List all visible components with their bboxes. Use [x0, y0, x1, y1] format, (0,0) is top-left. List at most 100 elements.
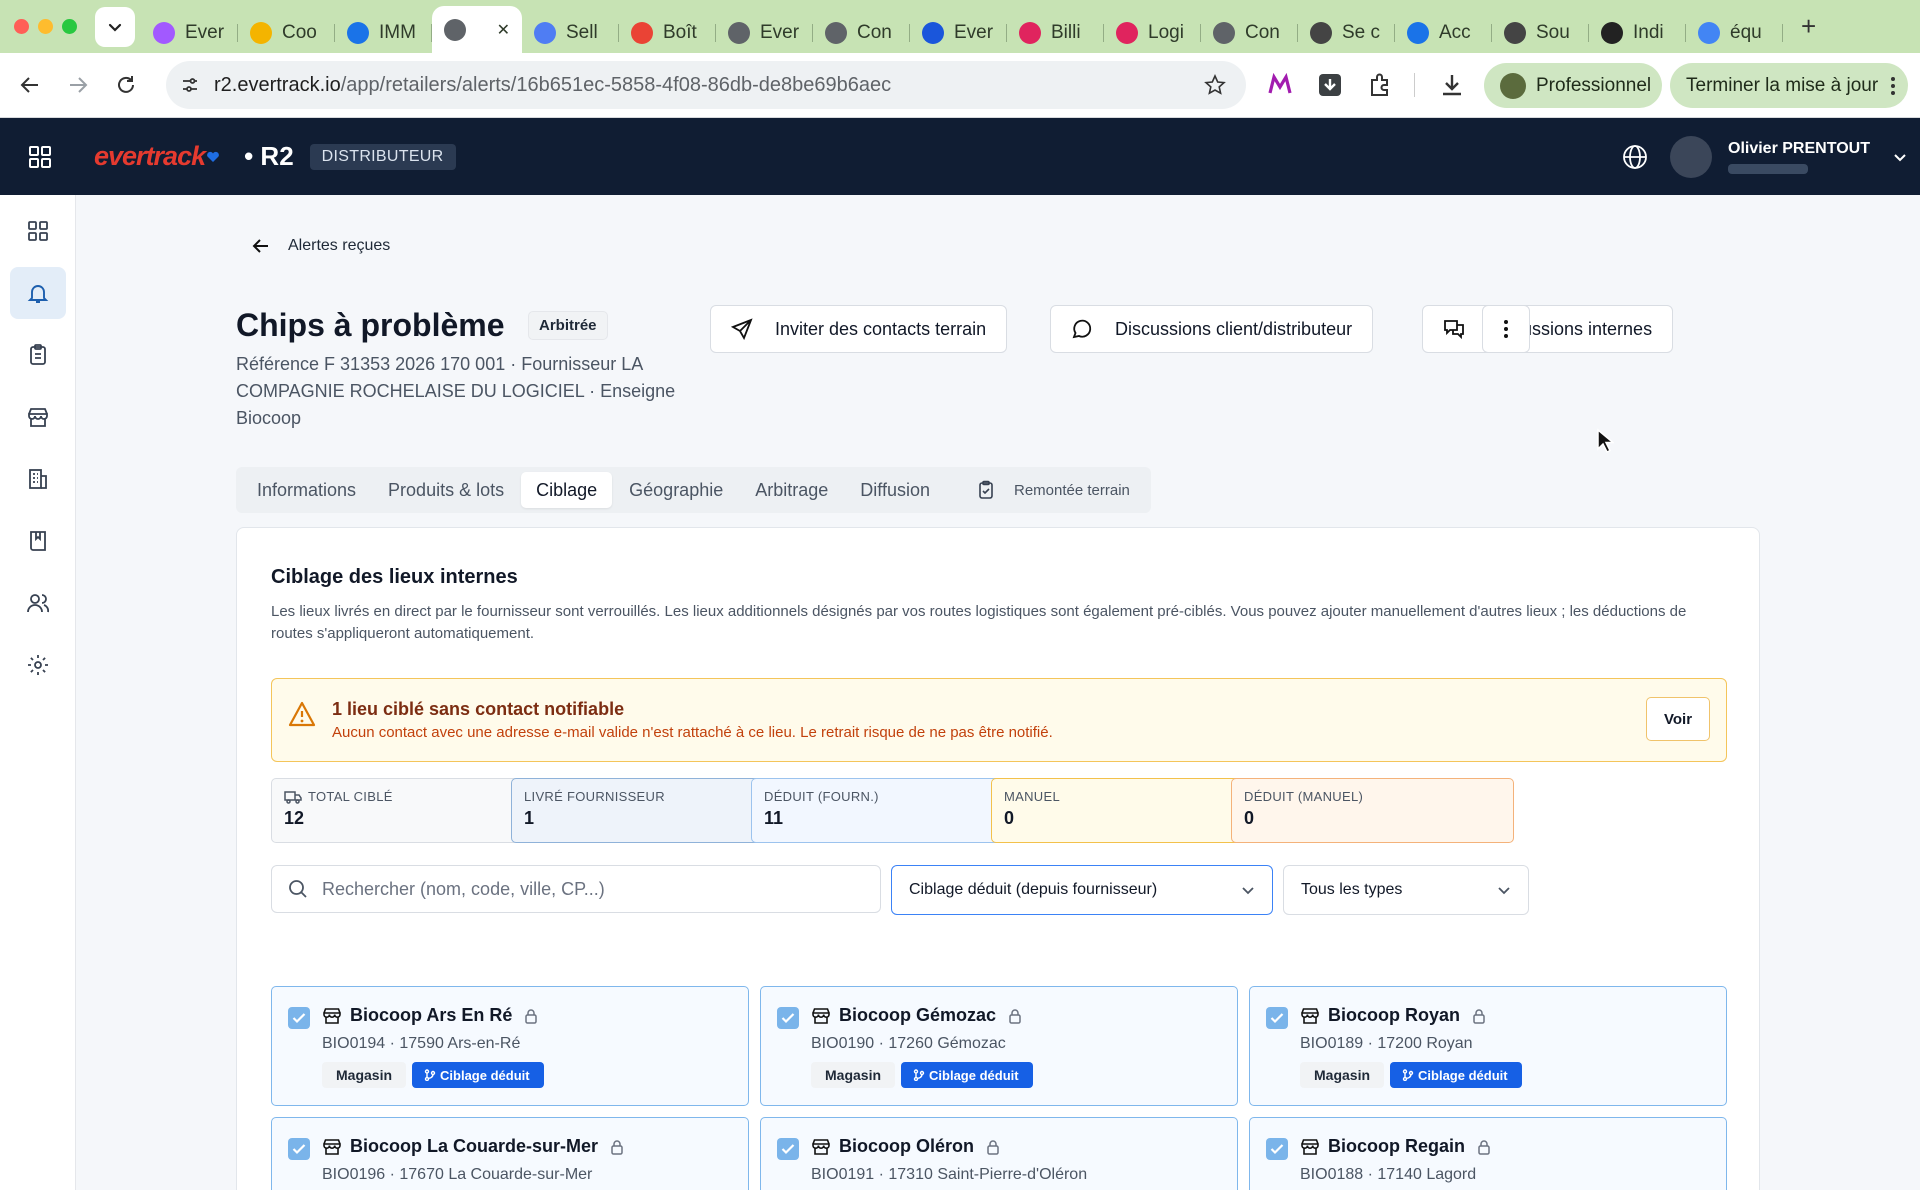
- type-filter-value: Tous les types: [1301, 881, 1403, 898]
- url-path: /app/retailers/alerts/16b651ec-5858-4f08…: [340, 73, 892, 96]
- app-launcher-button[interactable]: [28, 145, 52, 169]
- forward-button[interactable]: [60, 67, 96, 103]
- address-bar[interactable]: r2.evertrack.io/app/retailers/alerts/16b…: [166, 61, 1246, 109]
- location-checkbox[interactable]: [1266, 1138, 1288, 1160]
- site-icon: [1504, 22, 1526, 44]
- check-icon: [781, 1144, 795, 1155]
- wikipedia-icon: [1601, 22, 1623, 44]
- location-type-badge: Magasin: [322, 1062, 407, 1088]
- location-card[interactable]: Biocoop La Couarde-sur-Mer BIO0196 · 1767…: [271, 1117, 749, 1190]
- finish-update-button[interactable]: Terminer la mise à jour: [1670, 63, 1908, 108]
- browser-tab[interactable]: Logi: [1104, 13, 1201, 53]
- store-icon: [323, 1007, 341, 1024]
- type-filter-select[interactable]: Tous les types: [1283, 865, 1529, 915]
- check-icon: [781, 1013, 795, 1024]
- back-button[interactable]: [12, 67, 48, 103]
- new-tab-button[interactable]: +: [1801, 11, 1816, 42]
- sidebar-item-tasks[interactable]: [10, 329, 66, 381]
- star-icon[interactable]: [1204, 74, 1226, 96]
- browser-tab[interactable]: Sell: [522, 13, 619, 53]
- browser-tab[interactable]: Ever: [716, 13, 813, 53]
- role-badge: DISTRIBUTEUR: [309, 143, 456, 170]
- tab-produits-lots[interactable]: Produits & lots: [373, 472, 519, 508]
- reload-button[interactable]: [108, 67, 144, 103]
- puzzle-icon[interactable]: [1366, 71, 1394, 99]
- user-menu[interactable]: Olivier PRENTOUT: [1670, 136, 1908, 178]
- location-checkbox[interactable]: [288, 1007, 310, 1029]
- browser-tab[interactable]: Ever: [910, 13, 1007, 53]
- browser-tab[interactable]: ✕: [432, 6, 522, 53]
- sidebar-item-settings[interactable]: [10, 639, 66, 691]
- sidebar-item-users[interactable]: [10, 577, 66, 629]
- browser-tab[interactable]: Acc: [1395, 13, 1492, 53]
- profile-button[interactable]: Professionnel: [1484, 63, 1662, 108]
- invite-contacts-button[interactable]: Inviter des contacts terrain: [710, 305, 1008, 353]
- location-checkbox[interactable]: [777, 1007, 799, 1029]
- messages-icon: [1444, 320, 1464, 340]
- stat-value: 1: [524, 808, 535, 828]
- sidebar: [0, 195, 76, 1190]
- grid-icon: [28, 221, 48, 241]
- tab-remontee-terrain[interactable]: Remontée terrain: [961, 472, 1145, 508]
- sidebar-item-catalog[interactable]: [10, 515, 66, 567]
- location-card[interactable]: Biocoop Oléron BIO0191 · 17310 Saint-Pier…: [760, 1117, 1238, 1190]
- extension-m-icon[interactable]: [1266, 71, 1294, 99]
- client-discussions-button[interactable]: Discussions client/distributeur: [1050, 305, 1374, 353]
- clipboard-icon: [30, 344, 46, 365]
- sidebar-item-dashboard[interactable]: [10, 205, 66, 257]
- location-card[interactable]: Biocoop Gémozac BIO0190 · 17260 Gémozac Ma…: [760, 986, 1238, 1106]
- close-tab-icon[interactable]: ✕: [497, 20, 510, 40]
- browser-tab[interactable]: Sou: [1492, 13, 1589, 53]
- tab-search-button[interactable]: [95, 6, 135, 47]
- tab-diffusion[interactable]: Diffusion: [845, 472, 945, 508]
- tab-arbitrage[interactable]: Arbitrage: [740, 472, 843, 508]
- sidebar-item-stores[interactable]: [10, 391, 66, 443]
- browser-tab[interactable]: Indi: [1589, 13, 1686, 53]
- close-window-button[interactable]: [14, 19, 29, 34]
- download-icon[interactable]: [1438, 71, 1466, 99]
- browser-tab[interactable]: Boît: [619, 13, 716, 53]
- location-checkbox[interactable]: [1266, 1007, 1288, 1029]
- more-actions-button[interactable]: [1482, 305, 1530, 353]
- minimize-window-button[interactable]: [38, 19, 53, 34]
- location-card[interactable]: Biocoop RegainBIO0188 · 17140 LagordMaga…: [1249, 1117, 1727, 1190]
- book-icon: [30, 531, 46, 551]
- sidebar-item-alerts[interactable]: [10, 267, 66, 319]
- stat-label-text: LIVRÉ FOURNISSEUR: [524, 789, 665, 804]
- view-warning-button[interactable]: Voir: [1646, 697, 1710, 741]
- sidebar-item-buildings[interactable]: [10, 453, 66, 505]
- internal-discussions-button[interactable]: Discussions internes: [1422, 305, 1674, 353]
- stat-value: 0: [1244, 808, 1255, 828]
- search-input[interactable]: [322, 878, 842, 900]
- source-filter-select[interactable]: Ciblage déduit (depuis fournisseur): [891, 865, 1273, 915]
- location-card[interactable]: Biocoop Royan BIO0189 · 17200 Royan Magasi…: [1249, 986, 1727, 1106]
- browser-tab[interactable]: Billi: [1007, 13, 1104, 53]
- location-card[interactable]: Biocoop Ars En Ré BIO0194 · 17590 Ars-en-…: [271, 986, 749, 1106]
- browser-tab[interactable]: Se c: [1298, 13, 1395, 53]
- status-badge: Arbitrée: [528, 311, 608, 340]
- browser-tab[interactable]: IMM: [335, 13, 432, 53]
- browser-tab[interactable]: Ever: [141, 13, 238, 53]
- location-name-text: Biocoop Royan: [1328, 1005, 1461, 1025]
- stat-label: MANUEL: [1004, 789, 1261, 804]
- extension-download-icon[interactable]: [1316, 71, 1344, 99]
- lock-icon: [1009, 1008, 1021, 1024]
- globe-icon: [825, 22, 847, 44]
- warning-icon: [288, 701, 316, 727]
- message-circle-icon: [1072, 319, 1092, 339]
- tab-geographie[interactable]: Géographie: [614, 472, 738, 508]
- location-checkbox[interactable]: [777, 1138, 799, 1160]
- back-to-alerts-link[interactable]: Alertes reçues: [252, 237, 390, 255]
- tab-ciblage[interactable]: Ciblage: [521, 472, 613, 508]
- maximize-window-button[interactable]: [62, 19, 77, 34]
- browser-tab[interactable]: Coo: [238, 13, 335, 53]
- globe-icon[interactable]: [1622, 144, 1648, 170]
- location-search[interactable]: [271, 865, 881, 913]
- evertrack-logo[interactable]: evertrack: [94, 141, 206, 172]
- deduced-targeting-label: Ciblage déduit: [1418, 1067, 1508, 1083]
- browser-tab[interactable]: équ: [1686, 13, 1783, 53]
- tab-informations[interactable]: Informations: [242, 472, 371, 508]
- browser-tab[interactable]: Con: [1201, 13, 1298, 53]
- location-checkbox[interactable]: [288, 1138, 310, 1160]
- browser-tab[interactable]: Con: [813, 13, 910, 53]
